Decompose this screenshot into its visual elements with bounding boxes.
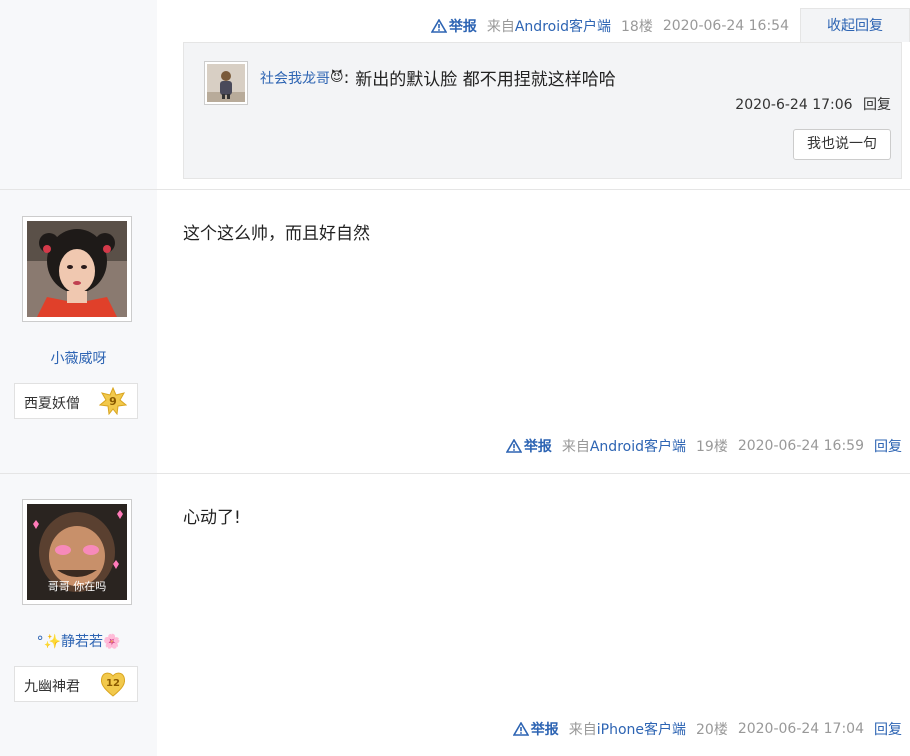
post-text: 这个这么帅，而且好自然 [183, 224, 370, 244]
report-label: 举报 [448, 19, 477, 35]
avatar-image: 哥哥 你在吗 [27, 504, 127, 600]
sub-reply-line: 社会我龙哥 😈 : 新出的默认脸 都不用捏就这样哈哈 [260, 65, 616, 91]
heart-level-icon: 12 [100, 672, 126, 697]
report-label: 举报 [523, 439, 552, 455]
post-time: 2020-06-24 16:54 [662, 18, 789, 34]
username-link[interactable]: 小薇威呀 [0, 348, 157, 368]
level-badge[interactable]: 西夏妖僧 9 [14, 383, 138, 419]
reply-link[interactable]: 回复 [874, 436, 902, 456]
girl-portrait-icon [27, 221, 127, 317]
level-number: 12 [106, 678, 120, 689]
sub-reply-avatar[interactable] [204, 61, 248, 105]
avatar-image [27, 221, 127, 317]
sub-reply-text: 新出的默认脸 都不用捏就这样哈哈 [355, 70, 616, 90]
report-label: 举报 [530, 722, 559, 738]
badge-title: 九幽神君 [24, 679, 80, 695]
sub-reply-meta: 2020-6-24 17:06 回复 [735, 94, 891, 114]
post-content: 举报 来自Android客户端 18楼 2020-06-24 16:54 收起回… [157, 0, 910, 189]
reply-link[interactable]: 回复 [874, 719, 902, 739]
thread-page: 举报 来自Android客户端 18楼 2020-06-24 16:54 收起回… [0, 0, 910, 756]
post-time: 2020-06-24 17:04 [737, 721, 864, 737]
say-something-button[interactable]: 我也说一句 [793, 129, 891, 160]
floor-number: 19楼 [696, 439, 728, 455]
sub-reply-panel: 社会我龙哥 😈 : 新出的默认脸 都不用捏就这样哈哈 2020-6-24 17:… [183, 42, 902, 179]
post-sidebar [0, 0, 157, 189]
user-avatar[interactable] [22, 216, 132, 322]
post-text: 心动了! [183, 508, 241, 528]
avatar-caption: 哥哥 你在吗 [47, 580, 107, 593]
warning-icon [512, 722, 529, 736]
warning-icon [430, 19, 447, 33]
sub-reply-reply-link[interactable]: 回复 [863, 97, 891, 113]
sub-reply-username[interactable]: 社会我龙哥 [260, 68, 330, 88]
client-source: 来自iPhone客户端 [569, 719, 686, 739]
post-tail: 举报 来自Android客户端 19楼 2020-06-24 16:59 回复 [505, 436, 902, 456]
report-link[interactable]: 举报 [505, 436, 552, 456]
floor-number: 20楼 [696, 722, 728, 738]
level-number: 9 [109, 395, 117, 408]
client-link[interactable]: Android客户端 [515, 19, 611, 35]
warning-icon [505, 439, 522, 453]
star-level-icon: 9 [99, 387, 127, 415]
post-tail: 举报 来自iPhone客户端 20楼 2020-06-24 17:04 回复 [512, 719, 902, 739]
figure-avatar-icon [207, 64, 245, 102]
client-link[interactable]: Android客户端 [590, 439, 686, 455]
floor-number: 18楼 [621, 19, 653, 35]
post-sidebar: 哥哥 你在吗 °✨静若若🌸 九幽神君 12 [0, 474, 157, 756]
sub-reply-separator: : [343, 67, 350, 88]
level-badge[interactable]: 九幽神君 12 [14, 666, 138, 702]
client-source: 来自Android客户端 [562, 436, 686, 456]
sub-reply-time: 2020-6-24 17:06 [735, 97, 853, 113]
post-time: 2020-06-24 16:59 [737, 438, 864, 454]
client-source: 来自Android客户端 [487, 16, 611, 36]
username-link[interactable]: °✨静若若🌸 [0, 631, 157, 651]
post-floor-20: 哥哥 你在吗 °✨静若若🌸 九幽神君 12 心动了! 举报 来自iPhone客户… [0, 474, 910, 756]
user-avatar[interactable]: 哥哥 你在吗 [22, 499, 132, 605]
collapse-replies-button[interactable]: 收起回复 [800, 8, 910, 42]
report-link[interactable]: 举报 [430, 16, 477, 36]
post-tail: 举报 来自Android客户端 18楼 2020-06-24 16:54 [430, 16, 789, 36]
client-link[interactable]: iPhone客户端 [597, 722, 686, 738]
devil-emoji-icon: 😈 [330, 70, 344, 85]
post-sidebar: 小薇威呀 西夏妖僧 9 [0, 190, 157, 473]
post-floor-18: 举报 来自Android客户端 18楼 2020-06-24 16:54 收起回… [0, 0, 910, 190]
from-prefix: 来自 [561, 439, 590, 455]
from-prefix: 来自 [568, 722, 597, 738]
post-content: 心动了! 举报 来自iPhone客户端 20楼 2020-06-24 17:04… [157, 474, 910, 756]
report-link[interactable]: 举报 [512, 719, 559, 739]
post-floor-19: 小薇威呀 西夏妖僧 9 这个这么帅，而且好自然 举报 来自Android客户端 … [0, 190, 910, 474]
from-prefix: 来自 [486, 19, 515, 35]
post-content: 这个这么帅，而且好自然 举报 来自Android客户端 19楼 2020-06-… [157, 190, 910, 473]
badge-title: 西夏妖僧 [24, 396, 80, 412]
